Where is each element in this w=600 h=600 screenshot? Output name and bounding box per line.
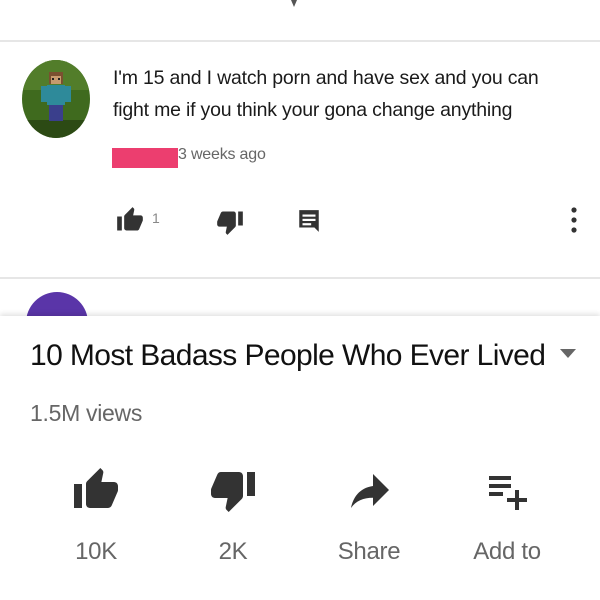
like-count: 10K xyxy=(75,538,117,565)
more-vert-icon[interactable] xyxy=(568,204,580,236)
comment-timestamp: 3 weeks ago xyxy=(178,146,266,163)
reply-icon[interactable] xyxy=(296,208,322,234)
thumb-up-icon[interactable] xyxy=(116,206,144,234)
comment: I'm 15 and I watch porn and have sex and… xyxy=(0,42,600,278)
divider xyxy=(0,277,600,279)
expand-caret-icon[interactable] xyxy=(560,349,576,359)
dislike-button[interactable]: 2K xyxy=(178,466,288,576)
thumb-down-icon xyxy=(211,472,255,512)
share-label: Share xyxy=(337,538,401,565)
view-count: 1.5M views xyxy=(30,400,143,426)
video-actions: 10K 2K Share Add to xyxy=(0,466,600,576)
comment-text: I'm 15 and I watch porn and have sex and… xyxy=(113,67,539,121)
add-to-playlist-icon xyxy=(489,476,527,510)
dislike-count: 2K xyxy=(218,538,248,565)
thumb-up-icon xyxy=(74,468,118,508)
add-to-button[interactable]: Add to xyxy=(452,466,562,576)
share-icon xyxy=(351,474,389,508)
thumb-down-icon[interactable] xyxy=(216,208,244,236)
page: I'm 15 and I watch porn and have sex and… xyxy=(0,0,600,600)
comment-actions: 1 xyxy=(0,200,600,240)
redacted-username xyxy=(112,148,178,168)
add-to-label: Add to xyxy=(473,538,541,565)
caret-icon xyxy=(291,0,297,7)
comment-like-count: 1 xyxy=(152,210,160,226)
comment-avatar[interactable] xyxy=(22,60,90,138)
share-button[interactable]: Share xyxy=(314,466,424,576)
like-button[interactable]: 10K xyxy=(41,466,151,576)
video-info-panel: 10 Most Badass People Who Ever Lived 1.5… xyxy=(0,316,600,600)
minecraft-avatar-icon xyxy=(22,60,90,138)
video-title: 10 Most Badass People Who Ever Lived xyxy=(30,339,546,372)
